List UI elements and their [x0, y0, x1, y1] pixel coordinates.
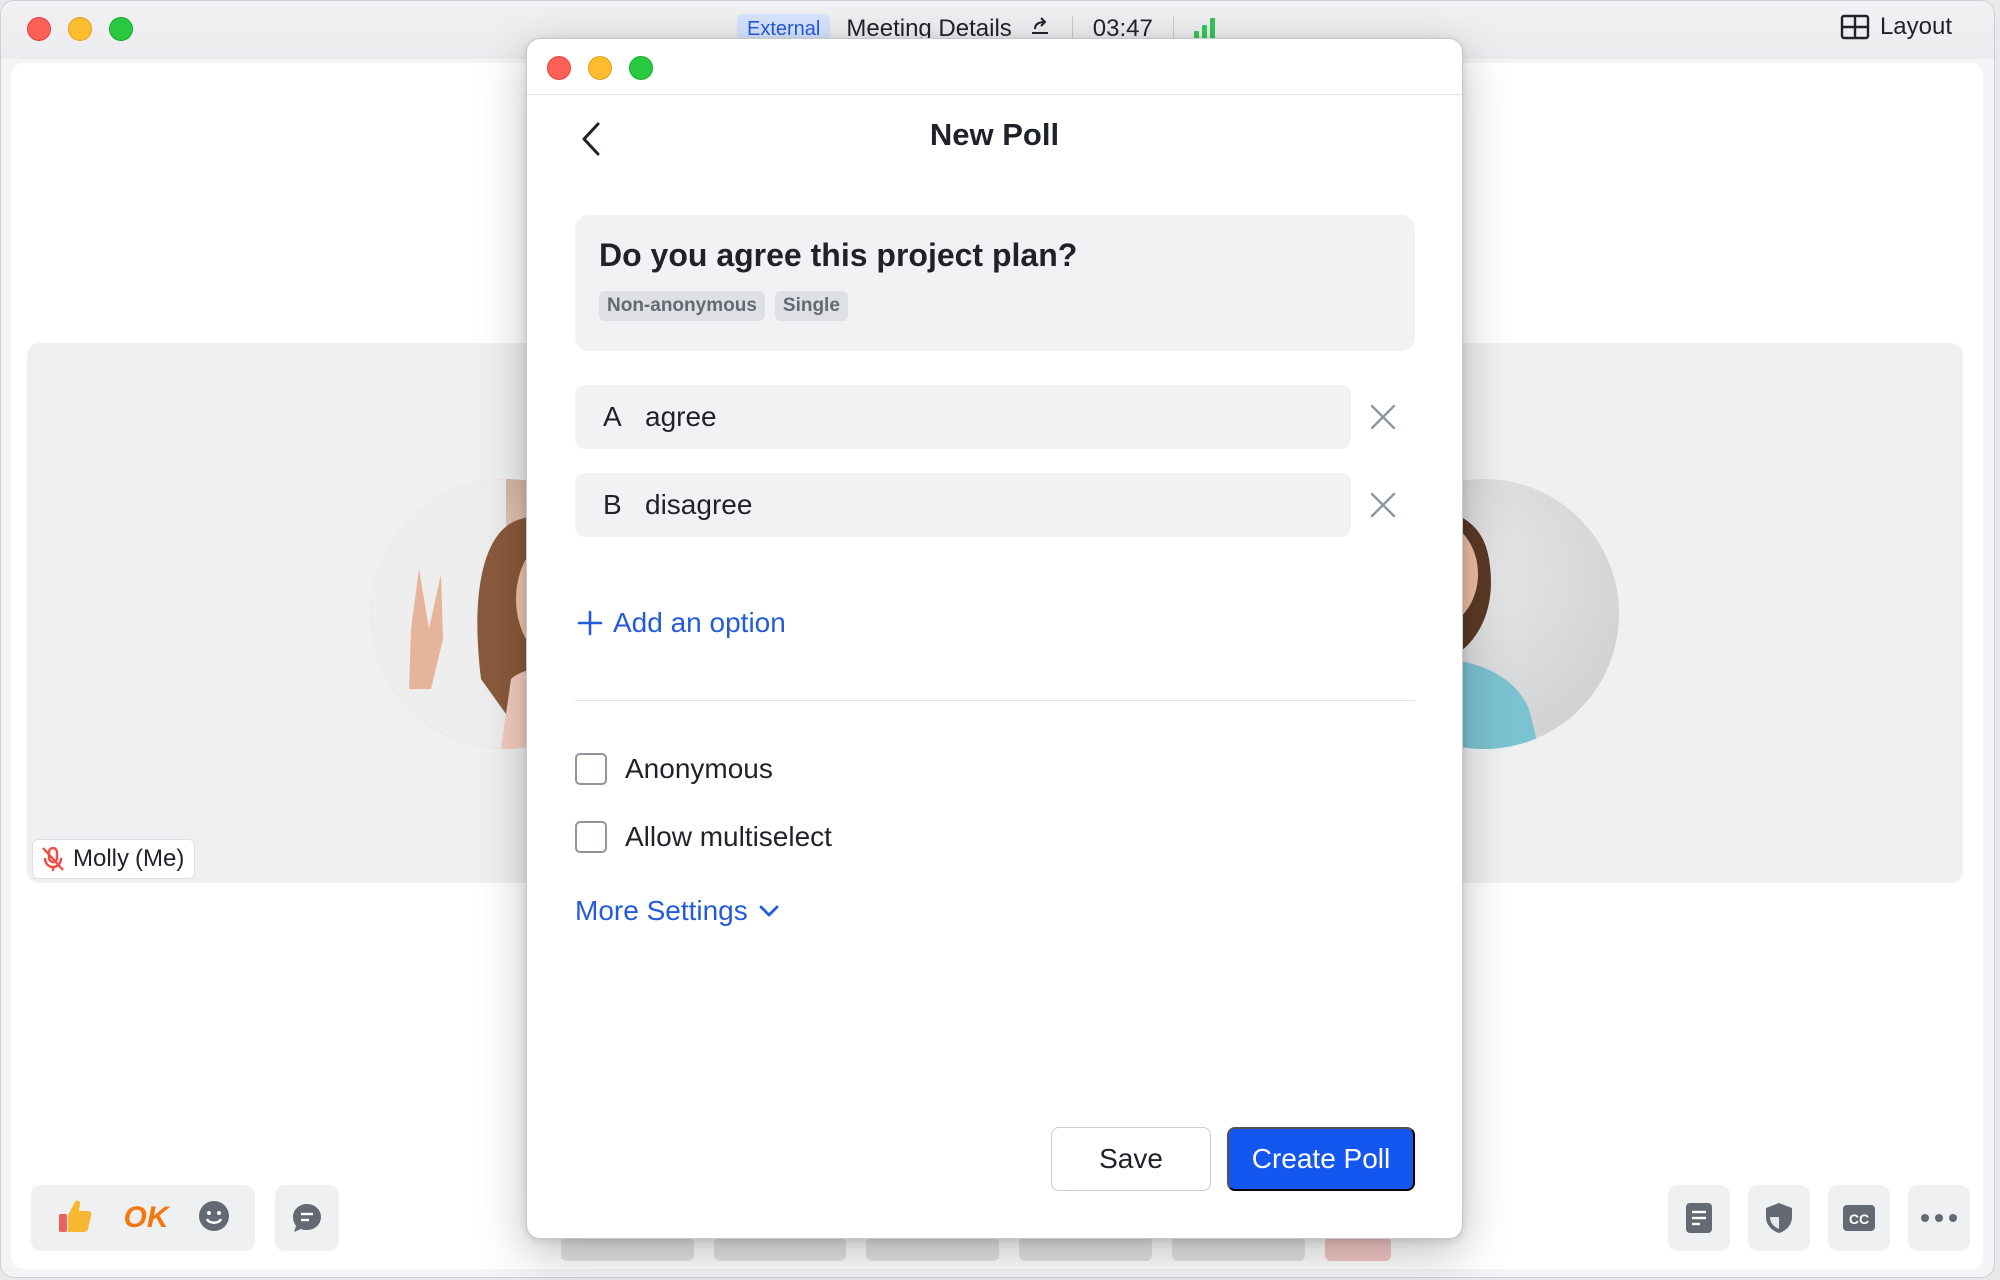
tag-selection-mode: Single [774, 291, 848, 321]
poll-option-input[interactable]: A agree [575, 385, 1351, 449]
window-controls [27, 17, 133, 41]
participant-name-tag: Molly (Me) [32, 839, 196, 879]
svg-text:CC: CC [1849, 1211, 1869, 1227]
chat-icon [293, 1204, 321, 1232]
cc-icon: CC [1843, 1205, 1875, 1231]
document-icon [1686, 1203, 1712, 1233]
add-option-button[interactable]: Add an option [577, 607, 786, 639]
more-icon [1921, 1214, 1957, 1222]
save-button[interactable]: Save [1051, 1127, 1211, 1191]
emoji-icon[interactable] [197, 1199, 231, 1238]
maximize-window-button[interactable] [109, 17, 133, 41]
poll-tags: Non-anonymous Single [599, 291, 1391, 321]
multiselect-checkbox[interactable] [575, 821, 607, 853]
remove-option-button[interactable] [1351, 473, 1415, 537]
poll-window-controls [547, 56, 653, 80]
anonymous-label: Anonymous [625, 753, 773, 784]
security-button[interactable] [1748, 1185, 1810, 1251]
right-toolbar: CC [1668, 1185, 1970, 1251]
add-option-label: Add an option [613, 607, 786, 638]
plus-icon [577, 610, 603, 636]
remove-option-button[interactable] [1351, 385, 1415, 449]
new-poll-window: New Poll Do you agree this project plan?… [526, 38, 1463, 1239]
shield-icon [1766, 1203, 1792, 1233]
poll-option-row: B disagree [575, 473, 1415, 537]
anonymous-option[interactable]: Anonymous [575, 753, 773, 785]
notes-button[interactable] [1668, 1185, 1730, 1251]
layout-label: Layout [1879, 13, 1952, 40]
option-text: agree [645, 401, 717, 432]
bottom-toolbar-obscured [561, 1237, 1392, 1261]
more-settings-label: More Settings [575, 895, 748, 926]
mic-muted-icon [42, 846, 64, 871]
minimize-poll-window-button[interactable] [588, 56, 612, 80]
participant-self-label: (Me) [135, 845, 185, 872]
section-divider [575, 700, 1415, 701]
create-poll-button[interactable]: Create Poll [1227, 1127, 1415, 1191]
close-poll-window-button[interactable] [547, 56, 571, 80]
close-icon [1370, 492, 1396, 518]
poll-title: New Poll [929, 117, 1060, 152]
chat-button[interactable] [275, 1185, 339, 1251]
anonymous-checkbox[interactable] [575, 753, 607, 785]
multiselect-option[interactable]: Allow multiselect [575, 821, 832, 853]
captions-button[interactable]: CC [1828, 1185, 1890, 1251]
poll-option-row: A agree [575, 385, 1415, 449]
signal-strength-icon[interactable] [1193, 18, 1215, 40]
more-button[interactable] [1908, 1185, 1970, 1251]
chevron-down-icon [759, 905, 779, 917]
more-settings-toggle[interactable]: More Settings [575, 895, 780, 927]
reaction-bar: OK [31, 1185, 255, 1251]
option-letter: B [603, 489, 622, 520]
tag-anonymity: Non-anonymous [599, 291, 765, 321]
poll-option-input[interactable]: B disagree [575, 473, 1351, 537]
grid-layout-icon [1840, 14, 1870, 40]
thumbs-up-icon[interactable] [55, 1196, 95, 1241]
multiselect-label: Allow multiselect [625, 821, 832, 852]
option-text: disagree [645, 489, 753, 520]
poll-question: Do you agree this project plan? [599, 237, 1078, 273]
poll-window-titlebar [527, 39, 1462, 95]
minimize-window-button[interactable] [68, 17, 92, 41]
close-window-button[interactable] [27, 17, 51, 41]
option-letter: A [603, 401, 622, 432]
close-icon [1370, 404, 1396, 430]
maximize-poll-window-button[interactable] [629, 56, 653, 80]
layout-button[interactable]: Layout [1840, 13, 1952, 41]
poll-question-card[interactable]: Do you agree this project plan? Non-anon… [575, 215, 1415, 351]
participant-name: Molly [73, 845, 130, 872]
ok-reaction[interactable]: OK [123, 1201, 168, 1235]
